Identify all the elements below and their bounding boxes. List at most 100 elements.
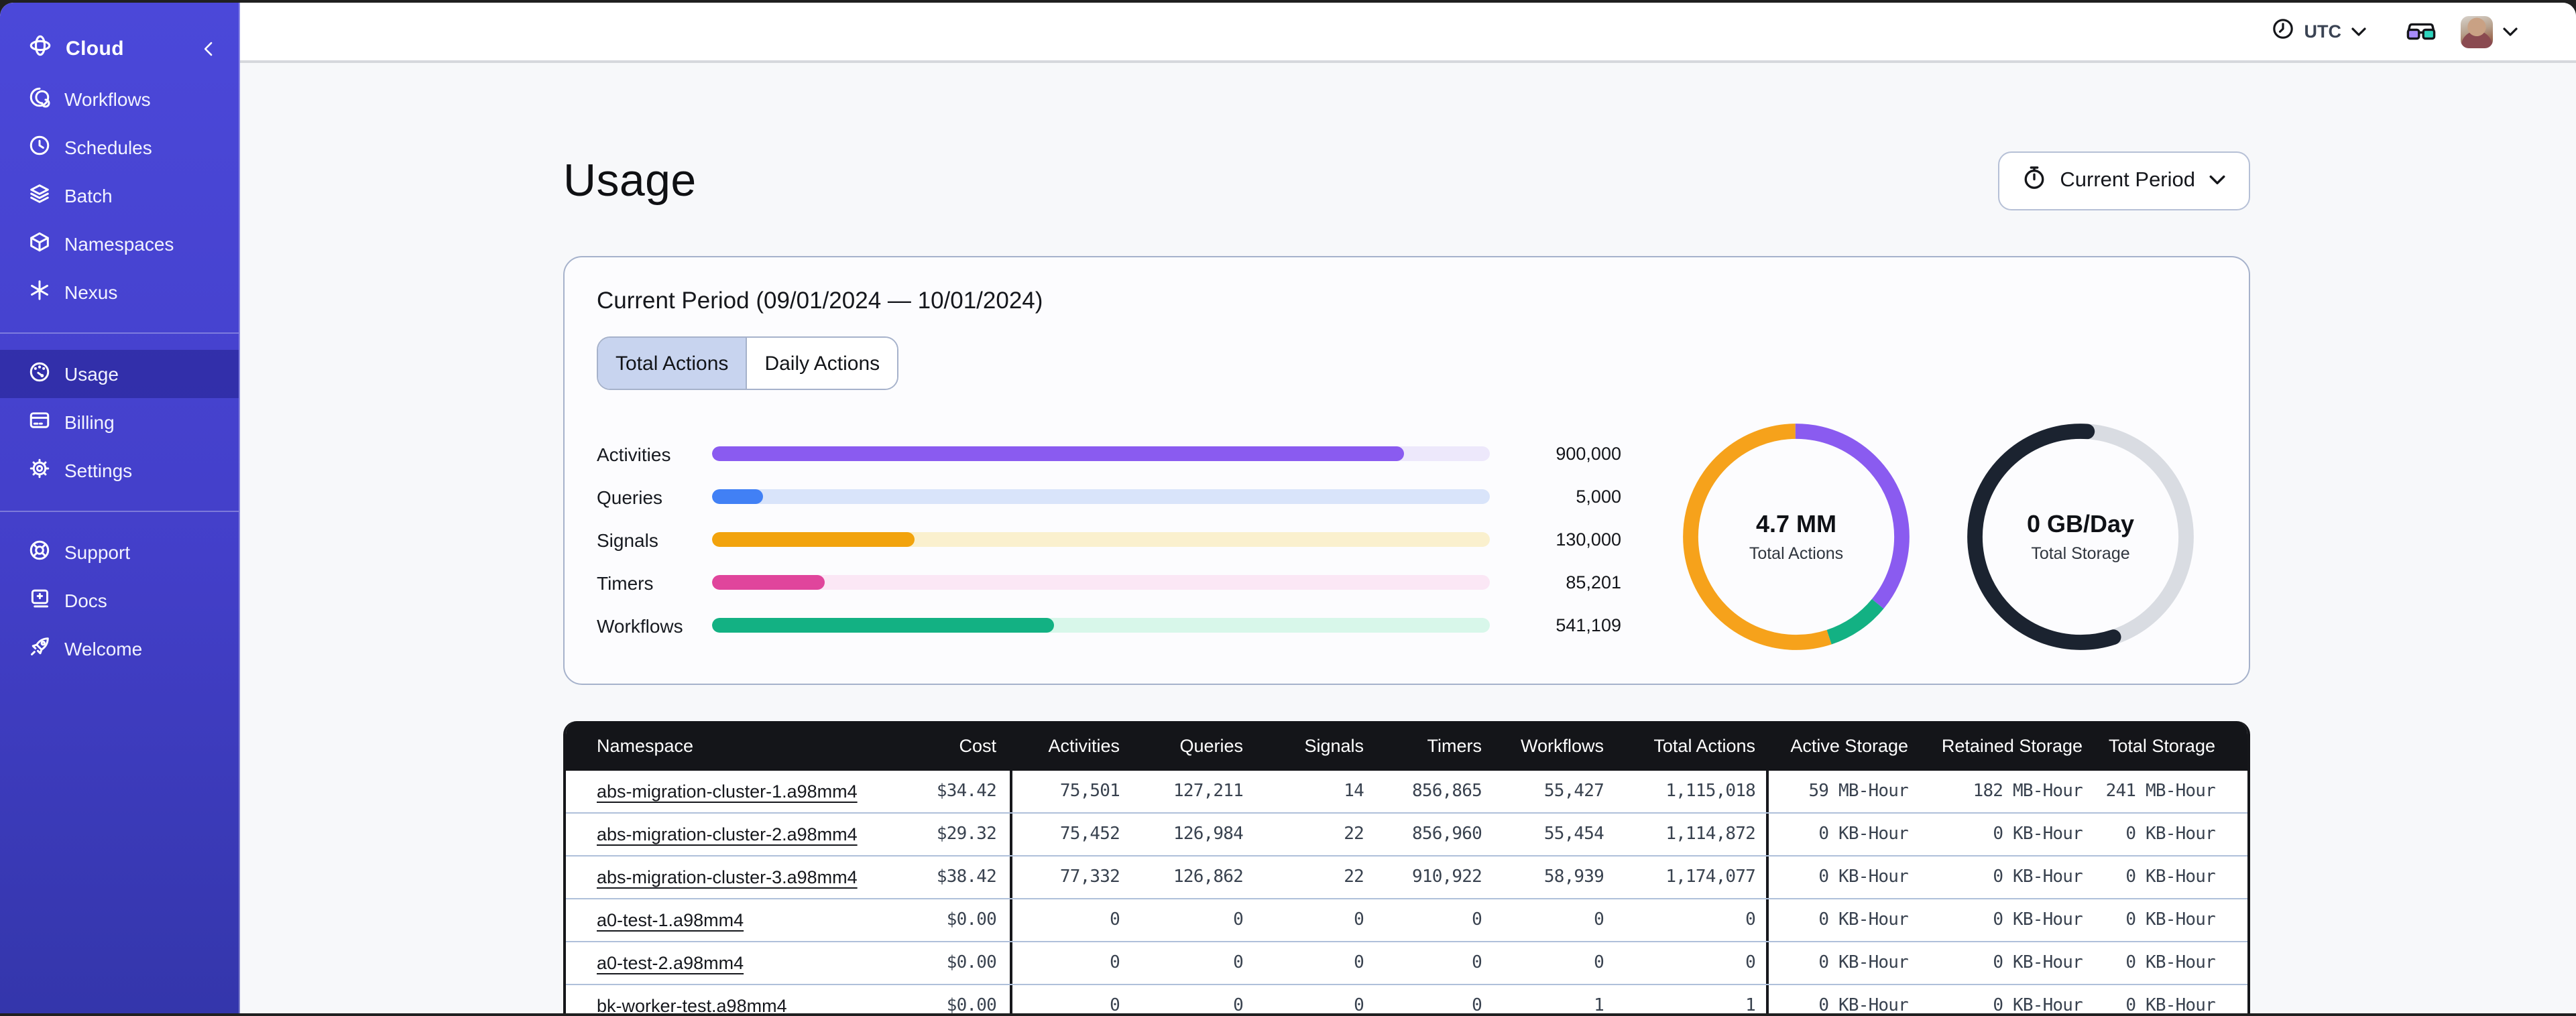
period-dropdown-button[interactable]: Current Period	[1998, 151, 2250, 210]
bar-value: 900,000	[1556, 444, 1621, 464]
sidebar-item-billing[interactable]: Billing	[0, 398, 239, 446]
app-window: Cloud Workflows Schedules Batch Namespac…	[0, 3, 2576, 1013]
nexus-asterisk-icon	[28, 279, 51, 306]
sidebar-item-label: Settings	[64, 460, 133, 481]
queries-cell: 0	[1233, 996, 1244, 1013]
bar-value: 5,000	[1576, 487, 1621, 507]
bar-row: Queries 5,000	[597, 475, 1621, 518]
bar-track	[712, 446, 1490, 461]
settings-gear-icon	[28, 457, 51, 484]
sidebar-item-label: Schedules	[64, 137, 152, 158]
column-header-cost: Cost	[847, 721, 1012, 771]
total-storage-cell: 0 KB-Hour	[2125, 867, 2215, 887]
timezone-selector[interactable]: UTC	[2272, 17, 2367, 46]
usage-charts: Activities 900,000 Queries 5,000 Signals…	[597, 422, 2217, 657]
sidebar-item-welcome[interactable]: Welcome	[0, 625, 239, 673]
sidebar-divider	[0, 511, 239, 512]
cost-cell: $29.32	[847, 814, 1012, 855]
retained-storage-cell: 182 MB-Hour	[1973, 781, 2083, 802]
retained-storage-cell: 0 KB-Hour	[1993, 910, 2083, 930]
sidebar-item-label: Usage	[64, 363, 119, 385]
total-storage-cell: 241 MB-Hour	[2105, 781, 2216, 802]
timezone-label: UTC	[2304, 21, 2342, 42]
sidebar-item-schedules[interactable]: Schedules	[0, 123, 239, 172]
tab-label: Total Actions	[616, 352, 729, 375]
workflows-cell: 55,427	[1543, 781, 1604, 802]
chevron-down-icon	[2351, 19, 2367, 44]
sidebar-item-support[interactable]: Support	[0, 528, 239, 576]
3d-glasses-icon[interactable]	[2404, 21, 2438, 42]
namespace-cell: a0-test-2.a98mm4	[566, 942, 847, 984]
bar-value: 541,109	[1556, 615, 1621, 635]
namespace-link[interactable]: abs-migration-cluster-3.a98mm4	[597, 867, 858, 887]
table-row: bk-worker-test.a98mm4 $0.00 0 0 0 0 1 1 …	[566, 985, 2247, 1013]
table-header-row: Namespace Cost Activities Queries Signal…	[566, 721, 2247, 771]
table-row: abs-migration-cluster-2.a98mm4 $29.32 75…	[566, 814, 2247, 856]
sidebar-item-workflows[interactable]: Workflows	[0, 75, 239, 123]
queries-cell: 0	[1233, 953, 1244, 973]
workflows-cell: 0	[1594, 910, 1604, 930]
main-column: UTC Usage Current Period Current Period …	[240, 3, 2576, 1013]
namespace-link[interactable]: a0-test-1.a98mm4	[597, 910, 744, 930]
cost-cell: $34.42	[847, 771, 1012, 812]
timers-cell: 0	[1472, 953, 1482, 973]
bar-track	[712, 575, 1490, 590]
column-header-activities: Activities	[1048, 736, 1120, 756]
active-storage-cell: 59 MB-Hour	[1808, 781, 1908, 802]
signals-cell: 0	[1354, 953, 1364, 973]
column-header-workflows: Workflows	[1520, 736, 1604, 756]
timers-cell: 0	[1472, 996, 1482, 1013]
namespace-cell: abs-migration-cluster-3.a98mm4	[566, 856, 858, 898]
tab[interactable]: Total Actions	[598, 338, 746, 389]
account-menu[interactable]	[2461, 15, 2518, 48]
signals-cell: 22	[1344, 867, 1364, 887]
total-storage-cell: 0 KB-Hour	[2125, 910, 2215, 930]
total-storage-cell: 0 KB-Hour	[2125, 824, 2215, 844]
namespace-link[interactable]: abs-migration-cluster-2.a98mm4	[597, 824, 858, 844]
bar-label: Workflows	[597, 615, 683, 636]
column-header-retained-storage: Retained Storage	[1941, 736, 2083, 756]
workflows-cell: 1	[1594, 996, 1604, 1013]
tab[interactable]: Daily Actions	[746, 338, 898, 389]
retained-storage-cell: 0 KB-Hour	[1993, 953, 2083, 973]
column-header-queries: Queries	[1179, 736, 1243, 756]
signals-cell: 22	[1344, 824, 1364, 844]
bar-value: 130,000	[1556, 529, 1621, 550]
sidebar-item-namespaces[interactable]: Namespaces	[0, 220, 239, 268]
bar-fill	[712, 618, 1055, 633]
queries-cell: 127,211	[1173, 781, 1244, 802]
namespace-link[interactable]: a0-test-2.a98mm4	[597, 953, 744, 973]
sidebar-item-usage[interactable]: Usage	[0, 350, 239, 398]
top-bar: UTC	[240, 3, 2576, 63]
sidebar-item-label: Nexus	[64, 281, 118, 303]
column-header-namespace: Namespace	[597, 736, 694, 756]
sidebar-item-settings[interactable]: Settings	[0, 446, 239, 495]
namespace-link[interactable]: abs-migration-cluster-1.a98mm4	[597, 781, 858, 802]
docs-book-icon	[28, 587, 51, 614]
total-actions-cell: 1,114,872	[1615, 814, 1769, 855]
namespace-link[interactable]: bk-worker-test.a98mm4	[597, 996, 787, 1013]
bar-track	[712, 618, 1490, 633]
table-row: abs-migration-cluster-3.a98mm4 $38.42 77…	[566, 856, 2247, 899]
active-storage-cell: 0 KB-Hour	[1818, 910, 1908, 930]
active-storage-cell: 0 KB-Hour	[1818, 824, 1908, 844]
welcome-rocket-icon	[28, 635, 51, 662]
sidebar-item-docs[interactable]: Docs	[0, 576, 239, 625]
donut-charts: 4.7 MM Total Actions 0 GB/Day Total Stor…	[1679, 420, 2198, 654]
card-title: Current Period (09/01/2024 — 10/01/2024)	[597, 287, 1043, 314]
sidebar-item-nexus[interactable]: Nexus	[0, 268, 239, 316]
batch-layers-icon	[28, 182, 51, 209]
sidebar-item-batch[interactable]: Batch	[0, 172, 239, 220]
bar-track	[712, 489, 1490, 504]
sidebar-collapse-button[interactable]	[200, 38, 217, 58]
bar-row: Activities 900,000	[597, 432, 1621, 475]
workflows-cell: 58,939	[1543, 867, 1604, 887]
sidebar-item-label: Workflows	[64, 88, 151, 110]
sidebar-brand[interactable]: Cloud	[0, 21, 239, 75]
cost-cell: $0.00	[847, 985, 1012, 1013]
sidebar-item-label: Billing	[64, 411, 115, 433]
cost-cell: $0.00	[847, 942, 1012, 984]
activities-cell: 75,452	[1059, 824, 1120, 844]
activities-cell: 75,501	[1059, 781, 1120, 802]
signals-cell: 0	[1354, 910, 1364, 930]
